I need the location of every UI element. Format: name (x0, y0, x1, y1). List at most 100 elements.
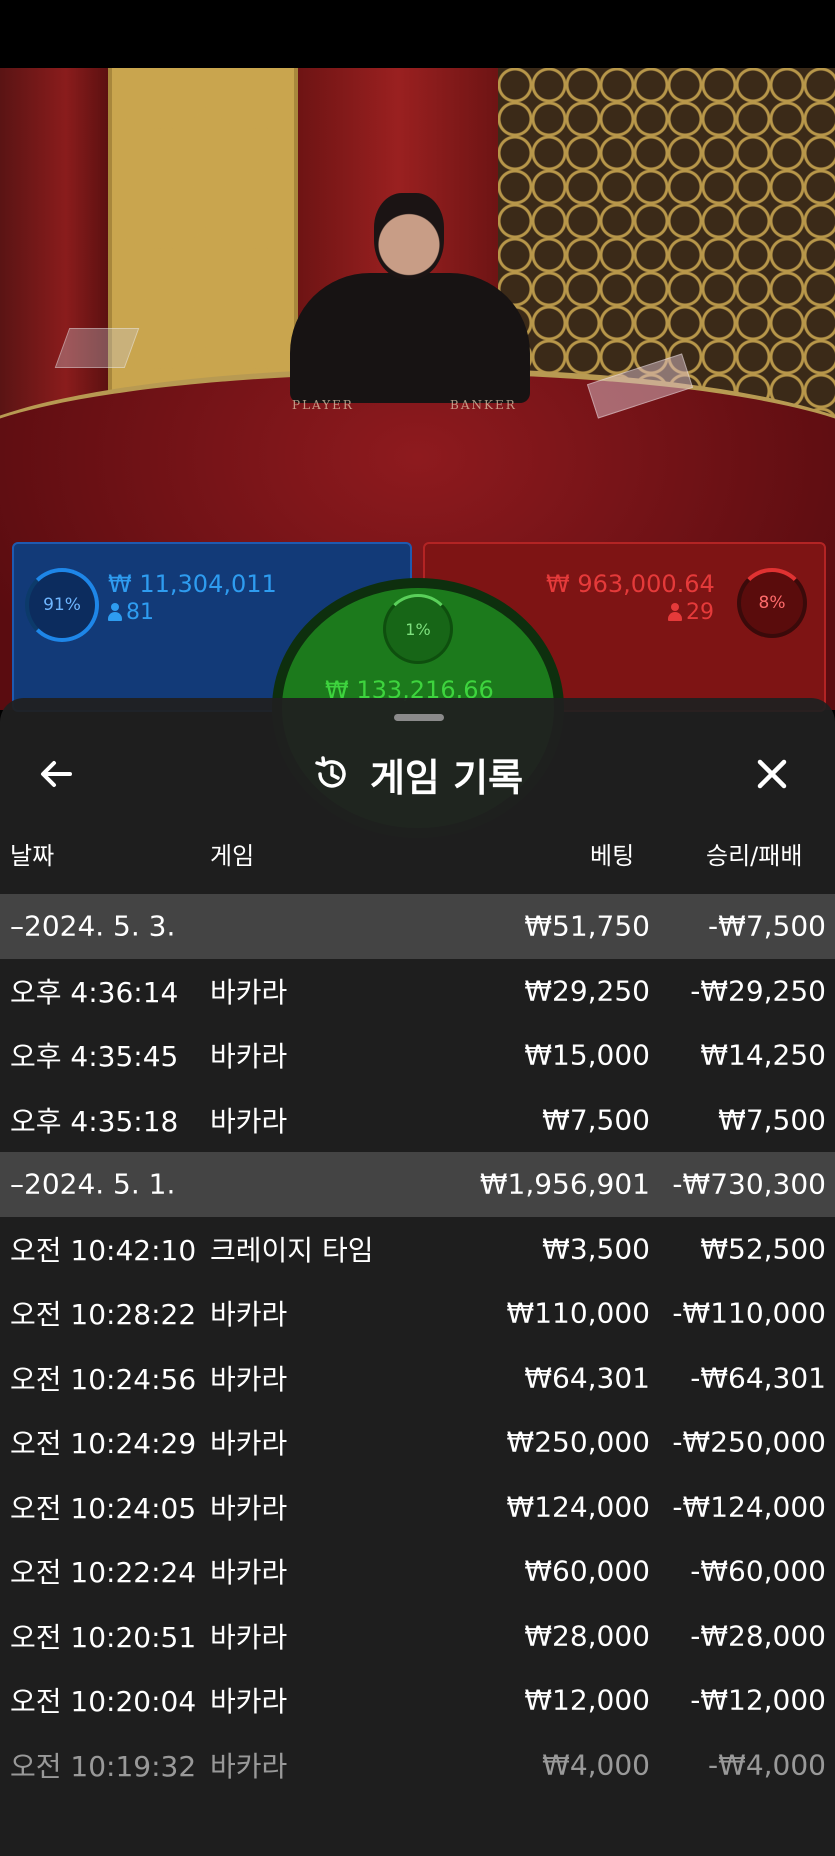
dealer (290, 193, 530, 403)
player-bettor-count: 81 (108, 600, 154, 625)
row-result: -₩250,000 (672, 1425, 826, 1459)
row-result: -₩64,301 (690, 1361, 826, 1395)
row-bet: ₩1,956,901 (479, 1167, 650, 1201)
history-row[interactable]: 오전 10:20:04 바카라 ₩12,000 -₩12,000 (0, 1668, 835, 1733)
column-game[interactable]: 게임 (210, 836, 254, 876)
back-button[interactable] (30, 748, 82, 800)
row-game: 바카라 (210, 1040, 288, 1074)
row-result: ₩52,500 (700, 1232, 826, 1266)
row-result: -₩730,300 (672, 1167, 826, 1201)
row-time: 오전 10:20:04 (10, 1685, 197, 1719)
banker-count-value: 29 (686, 600, 714, 625)
row-bet: ₩51,750 (524, 909, 650, 943)
sheet-header: 게임 기록 (0, 734, 835, 814)
row-time: 오전 10:42:10 (10, 1233, 197, 1267)
row-time: 오전 10:22:24 (10, 1556, 197, 1590)
history-icon (315, 756, 346, 788)
banker-percent: 8% (758, 593, 786, 613)
history-row[interactable]: 오후 4:35:45 바카라 ₩15,000 ₩14,250 (0, 1023, 835, 1088)
wall-left (0, 68, 110, 428)
close-icon (757, 759, 787, 789)
group-date: –2024. 5. 3. (10, 909, 176, 943)
close-button[interactable] (746, 748, 798, 800)
row-time: 오전 10:20:51 (10, 1620, 197, 1654)
row-time: 오전 10:24:29 (10, 1427, 197, 1461)
row-game: 바카라 (210, 1104, 288, 1138)
card-shoe-left (54, 328, 140, 368)
row-bet: ₩15,000 (524, 1038, 650, 1072)
row-time: 오전 10:19:32 (10, 1749, 197, 1783)
row-result: -₩110,000 (672, 1296, 826, 1330)
row-time: 오전 10:24:05 (10, 1491, 197, 1525)
player-percent: 91% (43, 595, 81, 615)
date-group-row[interactable]: –2024. 5. 1. ₩1,956,901 -₩730,300 (0, 1152, 835, 1217)
row-game: 바카라 (210, 1556, 288, 1590)
history-row[interactable]: 오전 10:24:05 바카라 ₩124,000 -₩124,000 (0, 1475, 835, 1540)
row-bet: ₩12,000 (524, 1683, 650, 1717)
column-result[interactable]: 승리/패배 (706, 836, 802, 876)
row-result: -₩29,250 (690, 974, 826, 1008)
history-row[interactable]: 오전 10:24:56 바카라 ₩64,301 -₩64,301 (0, 1346, 835, 1411)
row-bet: ₩110,000 (506, 1296, 650, 1330)
row-time: 오후 4:36:14 (10, 975, 179, 1009)
history-row[interactable]: 오전 10:28:22 바카라 ₩110,000 -₩110,000 (0, 1281, 835, 1346)
table-label-banker: BANKER (450, 398, 517, 412)
row-game: 바카라 (210, 1491, 288, 1525)
row-time: 오전 10:24:56 (10, 1362, 197, 1396)
row-game: 크레이지 타임 (210, 1233, 374, 1267)
player-bet-amount: ₩ 11,304,011 (108, 570, 277, 598)
player-percent-ring: 91% (25, 568, 99, 642)
date-group-row[interactable]: –2024. 5. 3. ₩51,750 -₩7,500 (0, 894, 835, 959)
tie-percent: 1% (405, 619, 431, 639)
row-time: 오후 4:35:45 (10, 1040, 179, 1074)
row-result: -₩12,000 (690, 1683, 826, 1717)
history-list: –2024. 5. 3. ₩51,750 -₩7,500 오후 4:36:14 바카라 ₩… (0, 894, 835, 1797)
banker-bettor-count: 29 (668, 600, 714, 625)
group-date: –2024. 5. 1. (10, 1167, 176, 1201)
history-row[interactable]: 오후 4:36:14 바카라 ₩29,250 -₩29,250 (0, 959, 835, 1024)
row-time: 오후 4:35:18 (10, 1104, 179, 1138)
sheet-drag-handle[interactable] (394, 714, 444, 721)
row-time: 오전 10:28:22 (10, 1298, 197, 1332)
history-row[interactable]: 오전 10:42:10 크레이지 타임 ₩3,500 ₩52,500 (0, 1217, 835, 1282)
row-game: 바카라 (210, 975, 288, 1009)
arrow-left-icon (41, 761, 72, 787)
column-date[interactable]: 날짜 (10, 836, 54, 876)
row-game: 바카라 (210, 1620, 288, 1654)
history-row[interactable]: 오전 10:24:29 바카라 ₩250,000 -₩250,000 (0, 1410, 835, 1475)
sheet-title-group: 게임 기록 (0, 734, 835, 814)
row-result: -₩124,000 (672, 1490, 826, 1524)
history-row[interactable]: 오전 10:20:51 바카라 ₩28,000 -₩28,000 (0, 1604, 835, 1669)
wall-gold-panel (108, 68, 298, 398)
row-bet: ₩29,250 (524, 974, 650, 1008)
row-result: ₩7,500 (718, 1103, 826, 1137)
history-row[interactable]: 오전 10:22:24 바카라 ₩60,000 -₩60,000 (0, 1539, 835, 1604)
row-bet: ₩4,000 (542, 1748, 650, 1782)
row-result: ₩14,250 (700, 1038, 826, 1072)
history-row[interactable]: 오후 4:35:18 바카라 ₩7,500 ₩7,500 (0, 1088, 835, 1153)
row-bet: ₩64,301 (524, 1361, 650, 1395)
row-result: -₩4,000 (708, 1748, 826, 1782)
row-bet: ₩60,000 (524, 1554, 650, 1588)
banker-percent-ring: 8% (737, 568, 807, 638)
row-game: 바카라 (210, 1685, 288, 1719)
row-game: 바카라 (210, 1427, 288, 1461)
row-game: 바카라 (210, 1362, 288, 1396)
row-bet: ₩7,500 (542, 1103, 650, 1137)
row-result: -₩7,500 (708, 909, 826, 943)
person-icon (108, 603, 122, 621)
person-icon (668, 603, 682, 621)
row-game: 바카라 (210, 1749, 288, 1783)
player-count-value: 81 (126, 600, 154, 625)
column-bet[interactable]: 베팅 (590, 836, 634, 876)
row-game: 바카라 (210, 1298, 288, 1332)
status-bar (0, 0, 835, 68)
table-label-player: PLAYER (292, 398, 354, 412)
row-bet: ₩3,500 (542, 1232, 650, 1266)
banker-bet-amount: ₩ 963,000.64 (546, 570, 715, 598)
row-result: -₩28,000 (690, 1619, 826, 1653)
history-row[interactable]: 오전 10:19:32 바카라 ₩4,000 -₩4,000 (0, 1733, 835, 1798)
tie-percent-ring: 1% (383, 594, 453, 664)
dealer-head (374, 193, 444, 279)
row-bet: ₩124,000 (506, 1490, 650, 1524)
